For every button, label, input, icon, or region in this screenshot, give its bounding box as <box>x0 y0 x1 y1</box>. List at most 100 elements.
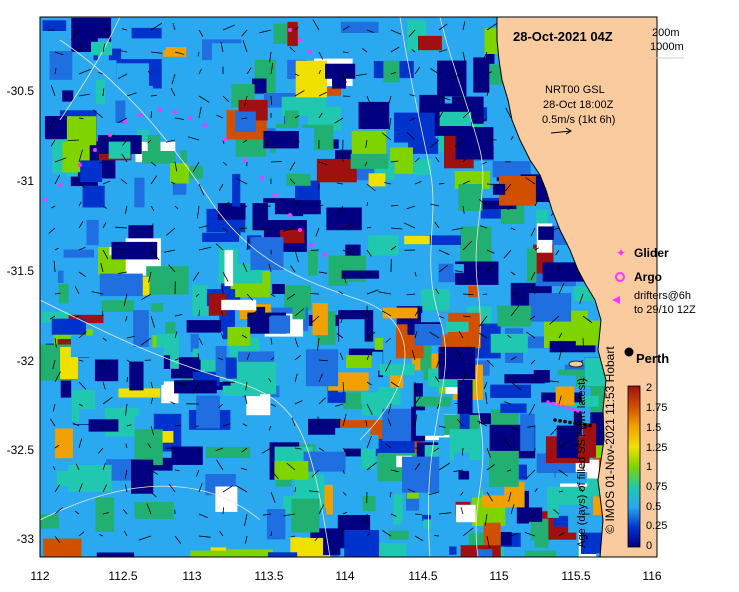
sst-age-cell <box>404 235 430 245</box>
x-tick-label: 116 <box>642 569 662 583</box>
sst-age-cell <box>538 226 554 240</box>
sst-age-cell <box>62 90 74 102</box>
sst-age-cell <box>101 300 134 312</box>
sst-age-cell <box>108 141 131 159</box>
sst-age-cell <box>174 380 217 394</box>
drifter-point <box>588 423 592 428</box>
glider-point <box>123 120 127 124</box>
sst-age-cell <box>326 207 362 231</box>
sst-age-cell <box>383 60 400 83</box>
sst-age-cell <box>41 173 67 186</box>
sst-age-cell <box>246 393 271 416</box>
sst-age-cell <box>312 303 328 336</box>
sst-age-cell <box>66 116 97 146</box>
colorbar-tick: 2 <box>646 382 653 394</box>
sst-age-cell <box>217 203 246 220</box>
sst-age-cell <box>468 286 478 298</box>
sst-age-cell <box>196 395 220 429</box>
sst-age-cell <box>284 110 299 127</box>
sst-age-cell <box>49 51 73 80</box>
glider-point <box>188 116 192 120</box>
sst-age-cell <box>490 384 531 398</box>
y-tick-label: -30.5 <box>6 84 34 98</box>
sst-age-cell <box>99 273 143 297</box>
sst-age-cell <box>547 500 559 518</box>
sst-age-cell <box>348 281 372 295</box>
sst-age-cell <box>445 321 469 332</box>
y-tick-label: -33 <box>16 532 34 546</box>
contour-200m-label: 200m <box>652 27 680 39</box>
sst-age-cell <box>527 248 537 282</box>
sst-age-cell <box>303 451 346 472</box>
sst-age-cell <box>382 307 418 319</box>
sst-age-cell <box>418 35 442 51</box>
sst-age-cell <box>286 173 311 186</box>
glider-point <box>273 193 277 197</box>
glider-point <box>298 38 302 42</box>
sst-age-cell <box>344 530 380 557</box>
glider-point <box>158 108 162 112</box>
sst-age-cell <box>206 446 251 458</box>
sst-age-cell <box>266 509 286 540</box>
sst-age-cell <box>224 250 234 287</box>
sst-age-cell <box>429 235 461 245</box>
sst-age-cell <box>279 384 296 405</box>
sst-age-cell <box>423 519 432 529</box>
colorbar-tick: 0.25 <box>646 520 668 532</box>
sst-age-cell <box>389 530 409 540</box>
glider-point <box>310 243 314 247</box>
sst-age-cell <box>70 335 108 358</box>
sst-age-cell <box>413 159 432 175</box>
sst-age-cell <box>146 266 189 295</box>
glider-point <box>78 163 82 167</box>
current-vector <box>270 161 282 163</box>
sst-age-cell <box>350 153 389 169</box>
glider-point <box>58 183 62 187</box>
sst-age-cell <box>308 250 318 276</box>
sst-age-cell <box>484 450 519 487</box>
colorbar-tick: 0 <box>646 540 653 552</box>
current-vector <box>265 205 272 207</box>
sst-age-cell <box>80 160 102 182</box>
sst-age-cell <box>555 386 575 406</box>
sst-age-cell <box>186 320 222 333</box>
colorbar-tick: 1 <box>646 461 653 473</box>
sst-age-cell <box>536 209 548 225</box>
x-tick-label: 113 <box>182 569 202 583</box>
glider-point <box>43 198 47 202</box>
x-tick-label: 113.5 <box>254 569 284 583</box>
sst-age-cell <box>274 461 309 480</box>
city-label-perth: Perth <box>636 351 670 366</box>
drifter-point <box>556 403 560 407</box>
sst-age-cell <box>134 502 174 519</box>
sst-age-cell <box>520 413 535 451</box>
sst-age-cell <box>227 326 251 346</box>
current-scale-label: 0.5m/s (1kt 6h) <box>542 114 616 126</box>
sst-age-cell <box>250 237 284 270</box>
sst-age-cell <box>501 532 512 546</box>
glider-point <box>203 123 207 127</box>
glider-point <box>308 50 312 54</box>
colorbar-tick: 0.5 <box>646 501 662 513</box>
sst-age-cell <box>368 235 399 256</box>
sst-age-cell <box>523 507 543 522</box>
drifter-point <box>546 400 550 404</box>
sst-age-cell <box>82 185 105 208</box>
sst-age-cell <box>534 518 549 548</box>
drifter-point <box>553 418 557 422</box>
sst-age-cell <box>500 403 527 413</box>
glider-point <box>323 253 327 257</box>
sst-age-cell <box>456 504 476 523</box>
sst-age-cell <box>362 496 376 512</box>
sst-age-cell <box>351 130 387 158</box>
glider-point <box>138 113 142 117</box>
sst-age-cell <box>111 241 158 260</box>
sst-age-cell <box>221 299 257 311</box>
sst-age-cell <box>42 20 67 31</box>
current-vector <box>222 285 224 295</box>
current-time-label: 28-Oct 18:00Z <box>543 99 614 111</box>
credit-label: © IMOS 01-Nov-2021 11:53 Hobart <box>603 346 617 534</box>
y-tick-label: -32 <box>16 354 34 368</box>
sst-age-cell <box>142 151 176 164</box>
current-vector <box>414 513 423 515</box>
